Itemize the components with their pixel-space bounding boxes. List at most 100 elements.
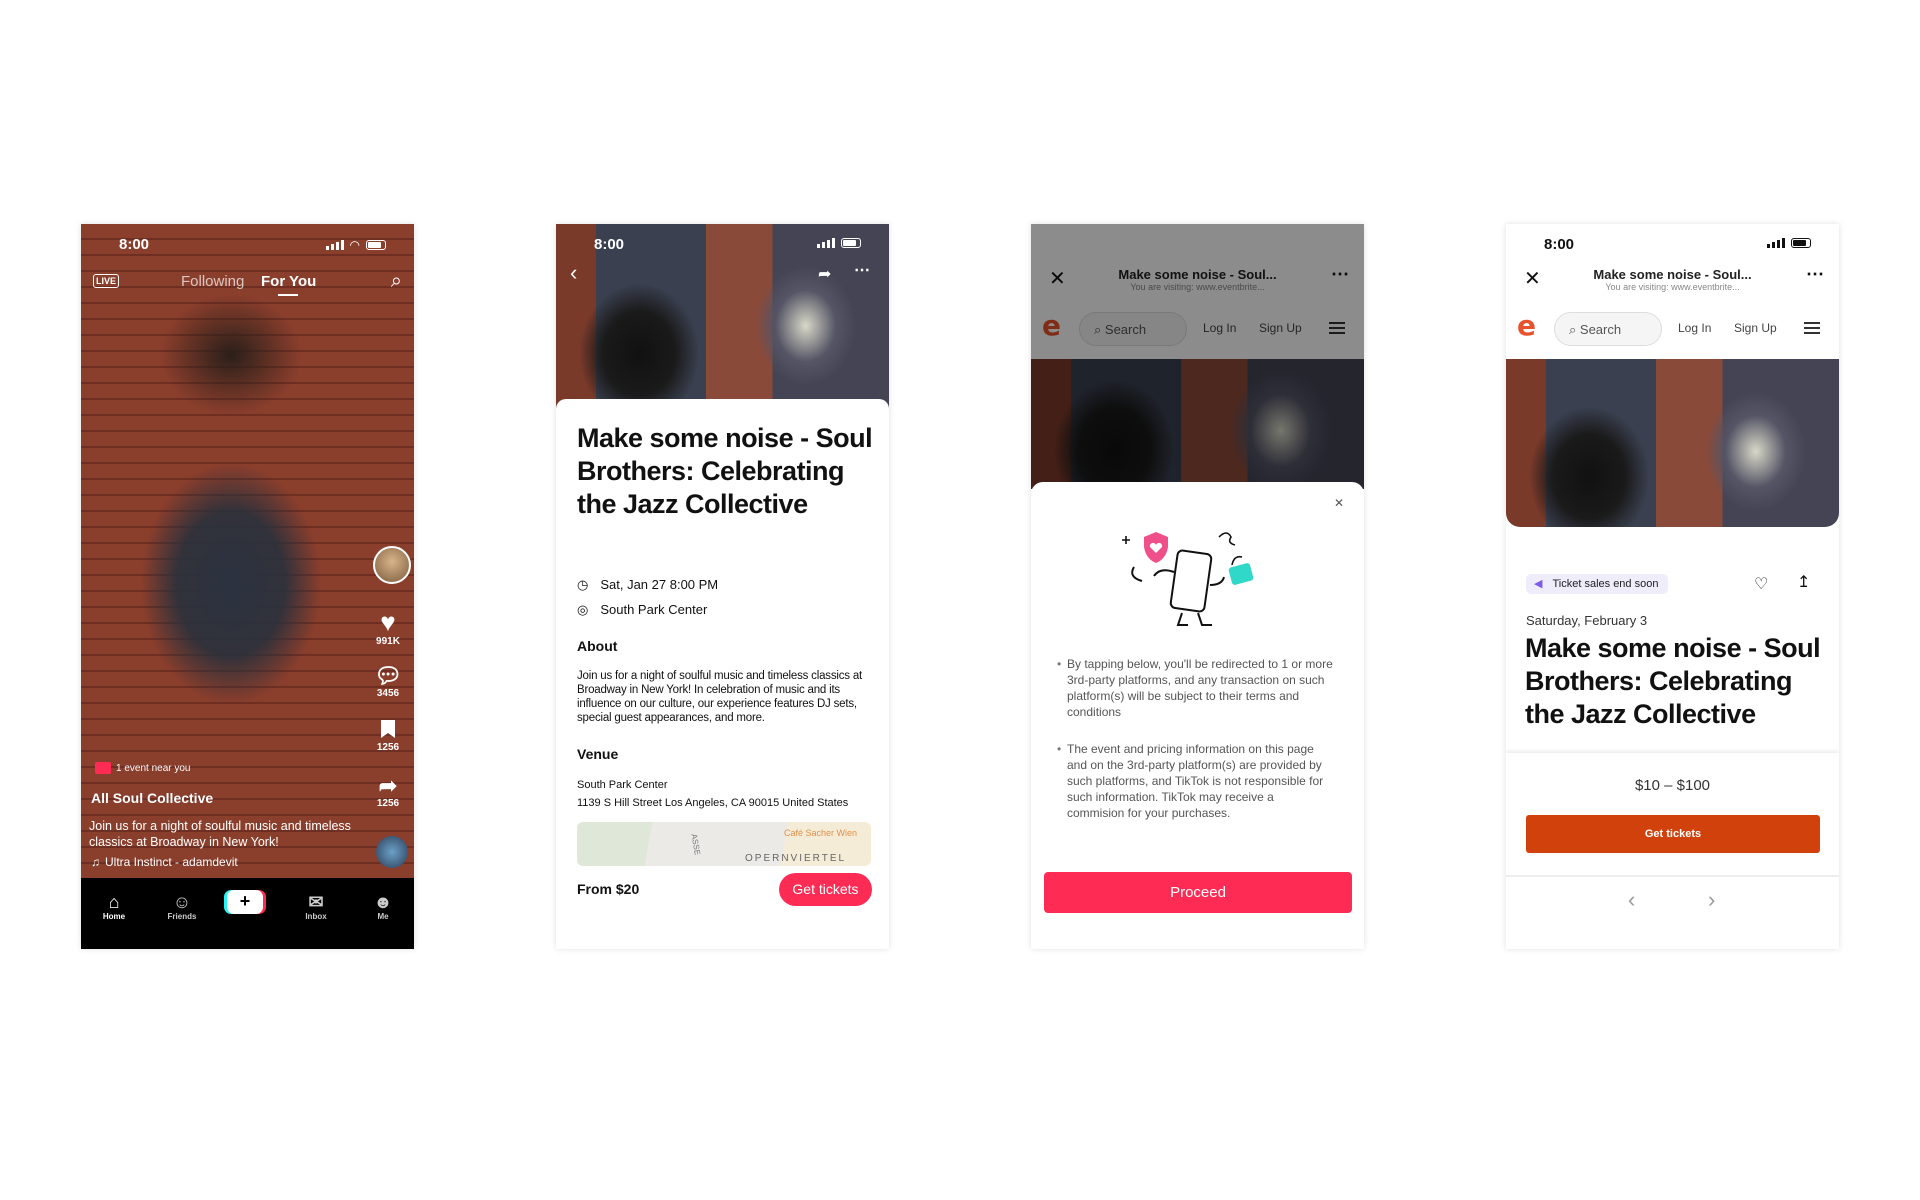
disclaimer-bullet: The event and pricing information on thi… bbox=[1057, 741, 1334, 821]
share-icon[interactable]: ➦ bbox=[818, 264, 831, 284]
status-time: 8:00 bbox=[594, 236, 625, 253]
nav-inbox[interactable]: ✉ Inbox bbox=[291, 892, 341, 921]
search-input[interactable]: ⌕ Search bbox=[1554, 312, 1662, 346]
save-button[interactable]: 1256 bbox=[368, 720, 408, 753]
event-location-row[interactable]: ◎ South Park Center bbox=[577, 602, 707, 618]
ticket-icon bbox=[95, 762, 111, 774]
share-icon: ➦ bbox=[378, 773, 398, 798]
profile-icon: ☻ bbox=[373, 892, 393, 912]
event-badge-label: 1 event near you bbox=[116, 762, 191, 774]
music-note-icon: ♫ bbox=[91, 855, 100, 869]
menu-icon[interactable] bbox=[1804, 322, 1820, 334]
eventbrite-logo[interactable]: e bbox=[1517, 312, 1536, 340]
megaphone-icon: ◀ bbox=[1534, 578, 1543, 590]
close-icon[interactable]: ✕ bbox=[1524, 266, 1541, 291]
share-upload-icon[interactable]: ↥ bbox=[1797, 572, 1810, 592]
video-frame[interactable] bbox=[81, 224, 414, 878]
venue-map[interactable]: Café Sacher Wien OPERNVIERTEL ASSE bbox=[577, 822, 871, 866]
nav-label: Me bbox=[377, 912, 389, 921]
status-icons: ◠ bbox=[325, 238, 386, 252]
more-icon[interactable]: ⋯ bbox=[1806, 264, 1824, 285]
account-name[interactable]: All Soul Collective bbox=[91, 790, 213, 806]
search-icon[interactable]: ⌕ bbox=[391, 270, 402, 293]
tab-following[interactable]: Following bbox=[181, 273, 244, 290]
sound-name: Ultra Instinct - adamdevit bbox=[105, 855, 238, 869]
home-icon: ⌂ bbox=[108, 892, 120, 912]
signal-icon bbox=[1767, 238, 1785, 248]
event-date-row: ◷ Sat, Jan 27 8:00 PM bbox=[577, 577, 718, 593]
status-time: 8:00 bbox=[1544, 236, 1575, 253]
signup-link[interactable]: Sign Up bbox=[1734, 321, 1777, 335]
inbox-icon: ✉ bbox=[308, 892, 324, 912]
badge-label: Ticket sales end soon bbox=[1552, 578, 1659, 590]
map-label: ASSE bbox=[689, 833, 702, 856]
signal-icon bbox=[325, 240, 344, 250]
close-sheet-icon[interactable]: ✕ bbox=[1334, 496, 1344, 510]
venue-name: South Park Center bbox=[577, 779, 668, 791]
more-icon[interactable]: ⋯ bbox=[854, 260, 870, 280]
price-range: $10 – $100 bbox=[1634, 777, 1711, 794]
event-date: Sat, Jan 27 8:00 PM bbox=[600, 577, 719, 592]
live-button[interactable]: LIVE bbox=[93, 274, 120, 288]
signal-icon bbox=[817, 238, 835, 248]
video-caption: Join us for a night of soulful music and… bbox=[89, 819, 351, 849]
event-title: Make some noise - Soul Brothers: Celebra… bbox=[577, 423, 873, 519]
battery-icon bbox=[366, 240, 386, 250]
ticket-sales-badge: ◀ Ticket sales end soon bbox=[1526, 574, 1669, 594]
proceed-button[interactable]: Proceed bbox=[1044, 872, 1352, 913]
comment-button[interactable]: 💬︎ 3456 bbox=[368, 663, 408, 700]
sound-info[interactable]: ♫ Ultra Instinct - adamdevit bbox=[91, 855, 238, 869]
battery-icon bbox=[1791, 238, 1811, 248]
heart-icon: ♥ bbox=[380, 607, 396, 637]
nav-label: Home bbox=[102, 912, 126, 921]
music-disc-icon[interactable] bbox=[376, 836, 408, 868]
event-title: Make some noise - Soul Brothers: Celebra… bbox=[1525, 633, 1821, 729]
event-location: South Park Center bbox=[600, 602, 708, 617]
tab-for-you[interactable]: For You bbox=[261, 273, 316, 290]
back-icon[interactable]: ‹ bbox=[570, 260, 577, 286]
get-tickets-button[interactable]: Get tickets bbox=[1526, 815, 1820, 853]
comment-count: 3456 bbox=[376, 688, 400, 699]
event-near-you-badge[interactable]: 1 event near you bbox=[95, 762, 191, 774]
dim-overlay[interactable] bbox=[1031, 224, 1364, 489]
status-icons bbox=[817, 238, 861, 248]
create-button[interactable]: + bbox=[227, 890, 263, 914]
share-button[interactable]: ➦ 1256 bbox=[368, 773, 408, 810]
about-heading: About bbox=[577, 638, 618, 654]
clock-icon: ◷ bbox=[577, 577, 589, 592]
like-heart-icon[interactable]: ♡ bbox=[1754, 574, 1768, 594]
visiting-url: You are visiting: www.eventbrite... bbox=[1605, 282, 1740, 292]
tiktok-feed-screen: 8:00 ◠ LIVE Following For You ⌕ ♥ 991K 💬︎… bbox=[81, 224, 414, 949]
redirect-illustration bbox=[1122, 532, 1254, 626]
login-link[interactable]: Log In bbox=[1678, 321, 1711, 335]
bookmark-icon bbox=[381, 720, 395, 738]
like-button[interactable]: ♥ 991K bbox=[368, 608, 408, 647]
status-time: 8:00 bbox=[119, 236, 150, 253]
page-title: Make some noise - Soul... bbox=[1593, 267, 1752, 282]
friends-icon: ☺ bbox=[172, 892, 192, 912]
creator-avatar[interactable] bbox=[373, 546, 411, 584]
disclaimer-bullet: By tapping below, you'll be redirected t… bbox=[1057, 656, 1334, 720]
price-from: From $20 bbox=[577, 881, 640, 897]
search-icon: ⌕ bbox=[1569, 322, 1577, 337]
browser-back-icon[interactable]: ‹ bbox=[1628, 887, 1635, 913]
nav-me[interactable]: ☻ Me bbox=[358, 892, 408, 921]
save-count: 1256 bbox=[376, 742, 400, 753]
map-label: OPERNVIERTEL bbox=[745, 853, 847, 864]
search-placeholder: Search bbox=[1579, 322, 1622, 337]
status-icons bbox=[1767, 238, 1811, 248]
location-pin-icon: ◎ bbox=[577, 602, 589, 617]
browser-forward-icon[interactable]: › bbox=[1708, 887, 1715, 913]
get-tickets-button[interactable]: Get tickets bbox=[779, 873, 872, 906]
event-cover-image bbox=[1506, 359, 1839, 527]
redirect-disclaimer-screen: Make some noise - Soul... You are visitin… bbox=[1031, 224, 1364, 949]
nav-label: Inbox bbox=[305, 912, 327, 921]
comment-icon: 💬︎ bbox=[374, 663, 402, 688]
battery-icon bbox=[841, 238, 861, 248]
wifi-icon: ◠ bbox=[349, 238, 360, 252]
venue-heading: Venue bbox=[577, 746, 619, 762]
venue-address: 1139 S Hill Street Los Angeles, CA 90015… bbox=[577, 797, 849, 809]
divider bbox=[1506, 875, 1839, 877]
nav-friends[interactable]: ☺ Friends bbox=[157, 892, 207, 921]
nav-home[interactable]: ⌂ Home bbox=[89, 892, 139, 921]
